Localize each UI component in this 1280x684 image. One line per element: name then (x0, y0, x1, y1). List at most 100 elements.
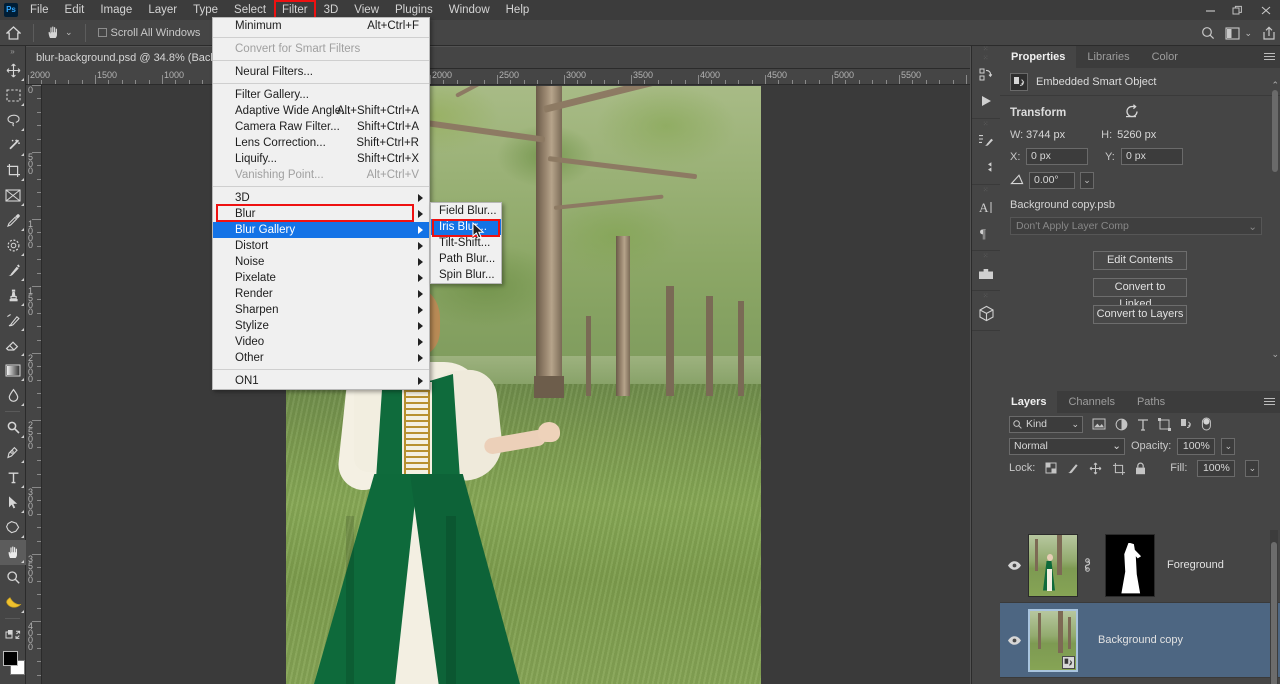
scroll-all-windows-option[interactable]: Scroll All Windows (92, 20, 207, 46)
history-brush-tool[interactable] (0, 308, 26, 333)
y-input[interactable]: 0 px (1121, 148, 1183, 165)
rail-group-handle[interactable]: ⁙ (972, 187, 1000, 194)
close-button[interactable] (1252, 0, 1280, 20)
hand-tool[interactable] (0, 540, 26, 565)
tab-layers[interactable]: Layers (1000, 391, 1058, 413)
menu-item-3d[interactable]: 3D (213, 190, 429, 206)
layer-thumbnail[interactable] (1028, 608, 1078, 672)
angle-input[interactable]: 0.00° (1029, 172, 1075, 189)
rail-group-handle[interactable]: ⁙ (972, 121, 1000, 128)
menu-layer[interactable]: Layer (140, 0, 185, 20)
menu-item-pixelate[interactable]: Pixelate (213, 270, 429, 286)
brush-settings-icon[interactable] (972, 154, 1000, 180)
menu-file[interactable]: File (22, 0, 57, 20)
color-swatches[interactable] (0, 649, 26, 679)
menu-item-neural-filters[interactable]: Neural Filters... (213, 64, 429, 80)
vertical-ruler[interactable]: 0 500 1000 1500 2000 2500 3000 3500 4000 (26, 85, 42, 684)
opacity-input[interactable]: 100% (1177, 437, 1216, 455)
blend-mode-select[interactable]: Normal ⌄ (1009, 437, 1125, 455)
horizontal-ruler[interactable]: 2000150010001500200025003000350040004500… (26, 69, 970, 85)
layer-mask-thumbnail[interactable] (1105, 533, 1155, 597)
rail-handle[interactable]: ⁙ (972, 46, 1000, 53)
submenu-item-field-blur[interactable]: Field Blur... (431, 203, 501, 219)
layer-visibility-toggle[interactable] (1000, 560, 1028, 571)
marquee-tool[interactable] (0, 83, 26, 108)
lock-artboard-icon[interactable] (1112, 462, 1126, 475)
layer-comp-select[interactable]: Don't Apply Layer Comp ⌄ (1010, 217, 1262, 235)
table-row[interactable]: Background copy (1000, 603, 1280, 678)
play-icon[interactable] (972, 88, 1000, 114)
menu-item-camera-raw-filter[interactable]: Camera Raw Filter... Shift+Ctrl+A (213, 119, 429, 135)
share-icon[interactable] (1262, 26, 1276, 40)
submenu-item-path-blur[interactable]: Path Blur... (431, 251, 501, 267)
lock-position-icon[interactable] (1089, 462, 1102, 475)
x-input[interactable]: 0 px (1026, 148, 1088, 165)
scroll-up-arrow-icon[interactable]: ⌃ (1271, 528, 1279, 531)
tab-paths[interactable]: Paths (1126, 391, 1176, 413)
restore-button[interactable] (1224, 0, 1252, 20)
tab-libraries[interactable]: Libraries (1076, 46, 1140, 68)
banana-tool[interactable] (0, 590, 26, 615)
menu-item-blur-gallery[interactable]: Blur Gallery (213, 222, 429, 238)
menu-item-stylize[interactable]: Stylize (213, 318, 429, 334)
brush-tool[interactable] (0, 258, 26, 283)
lock-all-icon[interactable] (1135, 462, 1146, 475)
adjustment-filter-icon[interactable] (1115, 418, 1128, 431)
layer-mask-link-icon[interactable] (1081, 558, 1093, 572)
scroll-down-arrow-icon[interactable]: ⌄ (1271, 349, 1279, 360)
shape-tool[interactable] (0, 515, 26, 540)
rail-group-handle[interactable]: ⁙ (972, 293, 1000, 300)
menu-item-video[interactable]: Video (213, 334, 429, 350)
properties-scrollbar[interactable] (1272, 90, 1278, 172)
scroll-up-arrow-icon[interactable]: ⌃ (1271, 80, 1279, 91)
lasso-tool[interactable] (0, 108, 26, 133)
panel-menu-icon[interactable] (1258, 391, 1280, 413)
menu-item-on1[interactable]: ON1 (213, 373, 429, 389)
history-icon[interactable] (972, 62, 1000, 88)
path-selection-tool[interactable] (0, 490, 26, 515)
rail-group-handle[interactable]: ⁙ (972, 253, 1000, 260)
layer-name[interactable]: Background copy (1098, 634, 1183, 646)
submenu-item-tilt-shift[interactable]: Tilt-Shift... (431, 235, 501, 251)
magic-wand-tool[interactable] (0, 133, 26, 158)
filter-menu[interactable]: Minimum Alt+Ctrl+F Convert for Smart Filte… (212, 17, 430, 390)
convert-to-linked-button[interactable]: Convert to Linked... (1093, 278, 1187, 310)
crop-tool[interactable] (0, 158, 26, 183)
edit-toolbar-button[interactable] (0, 622, 26, 647)
spot-healing-brush-tool[interactable] (0, 233, 26, 258)
layer-visibility-toggle[interactable] (1000, 635, 1028, 646)
dodge-tool[interactable] (0, 415, 26, 440)
clone-stamp-tool[interactable] (0, 283, 26, 308)
menu-item-noise[interactable]: Noise (213, 254, 429, 270)
eraser-tool[interactable] (0, 333, 26, 358)
active-tool-button[interactable]: ⌄ (40, 20, 79, 46)
tab-color[interactable]: Color (1141, 46, 1189, 68)
scroll-all-windows-checkbox[interactable] (97, 28, 107, 37)
libraries-icon[interactable] (972, 260, 1000, 286)
3d-icon[interactable] (972, 300, 1000, 326)
shape-filter-icon[interactable] (1158, 417, 1171, 431)
menu-item-blur[interactable]: Blur (213, 206, 429, 222)
edit-contents-button[interactable]: Edit Contents (1093, 251, 1187, 270)
layer-name[interactable]: Foreground (1167, 559, 1224, 571)
rail-group-handle[interactable]: ⁙ (972, 55, 1000, 62)
menu-item-lens-correction[interactable]: Lens Correction... Shift+Ctrl+R (213, 135, 429, 151)
chevron-down-icon[interactable]: ⌄ (1244, 28, 1252, 39)
lock-image-pixels-icon[interactable] (1067, 462, 1079, 474)
menu-item-other[interactable]: Other (213, 350, 429, 366)
zoom-tool[interactable] (0, 565, 26, 590)
menu-item-liquify[interactable]: Liquify... Shift+Ctrl+X (213, 151, 429, 167)
panel-menu-icon[interactable] (1258, 46, 1280, 68)
frame-tool[interactable] (0, 183, 26, 208)
search-icon[interactable] (1201, 26, 1215, 40)
pen-tool[interactable] (0, 440, 26, 465)
pixel-filter-icon[interactable] (1092, 418, 1106, 430)
tab-properties[interactable]: Properties (1000, 46, 1077, 68)
smart-object-filter-icon[interactable] (1180, 418, 1192, 431)
lock-transparent-pixels-icon[interactable] (1045, 462, 1057, 474)
chevron-down-icon[interactable]: ⌄ (1080, 172, 1094, 189)
paragraph-icon[interactable]: ¶ (972, 220, 1000, 246)
submenu-item-iris-blur[interactable]: Iris Blur... (431, 219, 501, 235)
filter-toggle-icon[interactable] (1201, 417, 1212, 431)
convert-to-layers-button[interactable]: Convert to Layers (1093, 305, 1187, 324)
